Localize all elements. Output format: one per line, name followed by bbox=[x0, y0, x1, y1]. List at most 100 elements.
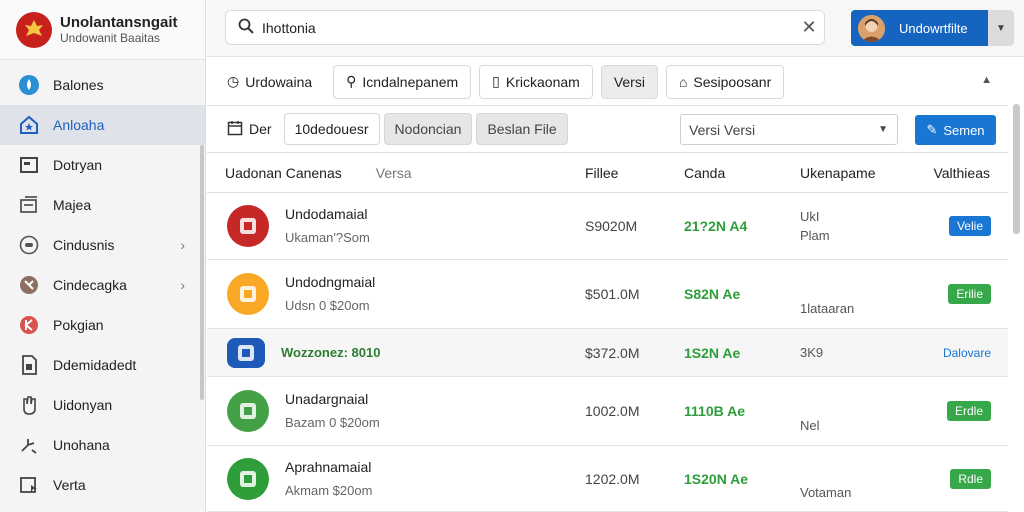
app-icon bbox=[227, 390, 269, 432]
document-icon bbox=[18, 354, 40, 376]
sidebar-item-label: Pokgian bbox=[53, 317, 104, 333]
version-cell: 1lataaran bbox=[800, 271, 854, 318]
app-icon bbox=[227, 337, 265, 368]
header-file[interactable]: Fillee bbox=[585, 165, 618, 181]
app-icon bbox=[227, 205, 269, 247]
clear-search-icon[interactable]: ✕ bbox=[794, 17, 824, 38]
tool-icon: ✎ bbox=[926, 122, 938, 137]
status-badge[interactable]: Velie bbox=[948, 216, 991, 236]
status-badge[interactable]: Dalovare bbox=[943, 343, 991, 363]
file-size: $372.0M bbox=[585, 344, 640, 361]
app-name: Undodamaial bbox=[285, 206, 368, 222]
circle-drop-icon bbox=[18, 74, 40, 96]
app-name-cell: Undodamaial Ukaman'?Som bbox=[227, 205, 370, 247]
app-subtitle: Akmam $20om bbox=[285, 482, 373, 498]
hand-icon bbox=[18, 394, 40, 416]
status-badge[interactable]: Rdle bbox=[950, 468, 991, 489]
sidebar-item-label: Anloaha bbox=[53, 117, 105, 133]
app-name-text: Aprahnamaial Akmam $20om bbox=[285, 458, 372, 500]
tab-icndalnepanem[interactable]: ⚲ Icndalnepanem bbox=[333, 64, 472, 99]
user-dropdown-caret-icon[interactable]: ▼ bbox=[988, 10, 1014, 46]
version-secondary: 1lataaran bbox=[800, 300, 855, 316]
calendar-icon bbox=[227, 120, 243, 139]
sidebar-item-label: Dotryan bbox=[53, 157, 103, 173]
status-badge[interactable]: Erdle bbox=[946, 401, 991, 421]
version-cell: Votaman bbox=[800, 455, 851, 502]
app-name-text: Wozzonez: 8010 bbox=[281, 345, 380, 360]
filter-button[interactable]: Beslan File bbox=[476, 113, 568, 145]
sidebar-item-cindusnis[interactable]: Cindusnis › bbox=[0, 225, 205, 265]
tab-versi[interactable]: Versi bbox=[600, 64, 658, 99]
table-row[interactable]: Aprahnamaial Akmam $20om 1202.0M 1S20N Ae Vo… bbox=[207, 446, 1008, 512]
sidebar-item-label: Verta bbox=[53, 477, 86, 493]
filter-button[interactable]: 10dedouesr bbox=[283, 113, 380, 145]
sidebar-item-uidonyan[interactable]: Uidonyan bbox=[0, 385, 205, 425]
k-circle-icon bbox=[18, 314, 40, 336]
version-primary: UkI bbox=[800, 209, 820, 224]
sidebar-item-label: Cindecagka bbox=[53, 277, 127, 293]
sidebar-nav: Balones Anloaha Dotryan Majea Cindusnis › Cind… bbox=[0, 60, 205, 505]
sidebar-item-ddemidadedt[interactable]: Ddemidadedt bbox=[0, 345, 205, 385]
header-version[interactable]: Ukenapame bbox=[800, 165, 876, 181]
sidebar-item-anloaha[interactable]: Anloaha bbox=[0, 105, 205, 145]
filter-button[interactable]: Nodoncian bbox=[383, 113, 473, 145]
tag-icon: ⌂ bbox=[678, 73, 688, 90]
header-name-sub: Versa bbox=[375, 165, 412, 181]
app-name: Unadargnaial bbox=[285, 391, 369, 407]
count-value: 1110B Ae bbox=[684, 403, 745, 419]
file-size: S9020M bbox=[585, 218, 638, 234]
app-name: Aprahnamaial bbox=[285, 458, 372, 475]
app-name: Wozzonez: 8010 bbox=[281, 345, 381, 360]
version-cell: UkI Plam bbox=[800, 207, 830, 245]
header-count[interactable]: Canda bbox=[684, 165, 725, 181]
header-status[interactable]: Valthieas bbox=[933, 165, 990, 181]
tab-label: Icndalnepanem bbox=[362, 73, 459, 90]
expand-icon[interactable]: ▲ bbox=[981, 74, 992, 86]
sidebar-item-verta[interactable]: Verta bbox=[0, 465, 205, 505]
sidebar-item-unohana[interactable]: Unohana bbox=[0, 425, 205, 465]
sidebar-item-pokgian[interactable]: Pokgian bbox=[0, 305, 205, 345]
box-icon bbox=[18, 474, 40, 496]
tab-krickaonam[interactable]: ▯ Krickaonam bbox=[479, 64, 593, 99]
search-input[interactable] bbox=[262, 19, 794, 36]
edit-panel-icon bbox=[18, 194, 40, 216]
search-box[interactable]: ✕ bbox=[225, 10, 825, 45]
sidebar-item-label: Balones bbox=[53, 77, 104, 93]
sidebar-item-label: Cindusnis bbox=[53, 237, 115, 253]
version-cell: 3K9 bbox=[800, 343, 823, 362]
clock-icon: ◷ bbox=[227, 73, 240, 89]
sidebar-item-dotryan[interactable]: Dotryan bbox=[0, 145, 205, 185]
tab-bar: ◷ Urdowaina ⚲ Icndalnepanem ▯ Krickaonam Versi… bbox=[207, 58, 1008, 106]
avatar bbox=[858, 14, 885, 42]
main-scrollbar[interactable] bbox=[1013, 104, 1020, 234]
file-size: 1202.0M bbox=[585, 470, 640, 487]
person-icon: ⚲ bbox=[346, 73, 357, 89]
tab-urdowaina[interactable]: ◷ Urdowaina bbox=[220, 64, 326, 99]
sidebar-item-cindecagka[interactable]: Cindecagka › bbox=[0, 265, 205, 305]
header-name[interactable]: Uadonan Canenas Versa bbox=[225, 165, 412, 181]
user-name: Undowrtfilte bbox=[899, 20, 968, 36]
chevron-down-icon: ▼ bbox=[878, 124, 888, 135]
primary-action-button[interactable]: ✎ Semen bbox=[915, 115, 996, 145]
sidebar-item-label: Unohana bbox=[53, 437, 110, 453]
status-badge[interactable]: Erilie bbox=[948, 284, 991, 304]
table-row[interactable]: Wozzonez: 8010 $372.0M 1S2N Ae 3K9 Dalovare bbox=[207, 329, 1008, 377]
table-row[interactable]: Undodamaial Ukaman'?Som S9020M 21?2N A4 UkI P… bbox=[207, 193, 1008, 260]
version-select[interactable]: Versi Versi ▼ bbox=[680, 114, 898, 145]
version-secondary: Plam bbox=[800, 228, 830, 243]
app-subtitle: Ukaman'?Som bbox=[285, 230, 370, 245]
user-menu-button[interactable]: Undowrtfilte bbox=[851, 10, 988, 46]
brand: Unolantansngait Undowanit Baaitas bbox=[0, 0, 205, 60]
table-row[interactable]: Unadargnaial Bazam 0 $20om 1002.0M 1110B Ae… bbox=[207, 377, 1008, 446]
tab-sesipoosanr[interactable]: ⌂ Sesipoosanr bbox=[665, 64, 785, 99]
count-value: 1S2N Ae bbox=[684, 344, 741, 361]
file-size: 1002.0M bbox=[585, 403, 640, 419]
sidebar-item-balones[interactable]: Balones bbox=[0, 65, 205, 105]
version-secondary: Nel bbox=[800, 417, 820, 433]
table-row[interactable]: Undodngmaial Udsn 0 $20om $501.0M S82N Ae 1l… bbox=[207, 260, 1008, 329]
square-window-icon bbox=[18, 154, 40, 176]
sidebar-item-majea[interactable]: Majea bbox=[0, 185, 205, 225]
sidebar-scrollbar[interactable] bbox=[200, 145, 204, 400]
version-select-value: Versi Versi bbox=[689, 121, 756, 138]
app-icon bbox=[227, 457, 269, 500]
